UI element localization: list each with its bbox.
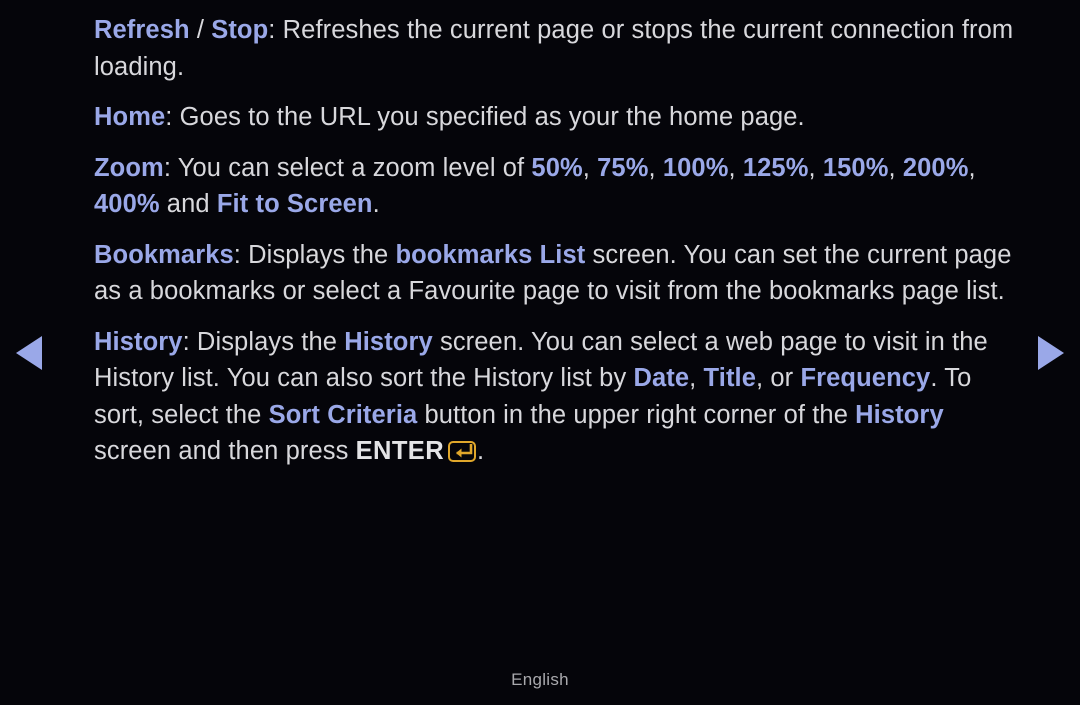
keyword: 150% — [822, 153, 889, 182]
keyword: Date — [633, 364, 690, 392]
keyword: History — [855, 400, 944, 429]
help-paragraph-zoom: Zoom: You can select a zoom level of 50%… — [94, 150, 1020, 223]
body-text: / — [189, 16, 212, 44]
next-page-arrow-icon[interactable] — [1038, 336, 1064, 370]
body-text: , — [689, 364, 704, 392]
keyword: Title — [703, 364, 757, 392]
body-text: , — [968, 153, 976, 182]
body-text: : Displays the — [182, 327, 345, 356]
body-text: : You can select a zoom level of — [163, 153, 532, 182]
keyword: History — [94, 327, 183, 356]
keyword: Frequency — [800, 364, 931, 392]
body-text: . — [372, 190, 380, 218]
body-text: screen and then press — [94, 437, 356, 465]
keyword: 200% — [902, 153, 969, 182]
body-text: and — [159, 190, 217, 218]
keyword: Zoom — [94, 153, 164, 182]
body-text: : Goes to the URL you specified as your … — [165, 103, 805, 131]
keyword: Home — [94, 103, 166, 131]
keyword: Bookmarks — [94, 240, 234, 269]
body-text: , — [582, 153, 598, 182]
language-label: English — [511, 670, 569, 689]
enter-key-icon — [448, 441, 477, 462]
help-content: Refresh / Stop: Refreshes the current pa… — [94, 12, 1020, 470]
body-text: , or — [756, 364, 801, 392]
previous-page-arrow-icon[interactable] — [16, 336, 42, 370]
body-text: , — [728, 153, 743, 182]
body-text: , — [888, 153, 903, 182]
keyword: 50% — [531, 153, 583, 182]
body-text: : Displays the — [233, 240, 396, 269]
keyword: Fit to Screen — [216, 190, 373, 218]
keyword: Stop — [211, 16, 269, 44]
keyword: 125% — [742, 153, 809, 182]
keyword: Refresh — [94, 16, 190, 44]
body-text: . — [477, 437, 485, 465]
help-paragraph-history: History: Displays the History screen. Yo… — [94, 324, 1020, 470]
help-screen: Refresh / Stop: Refreshes the current pa… — [0, 0, 1080, 705]
keyword: 100% — [662, 153, 729, 182]
keyword: 75% — [597, 153, 649, 182]
keyword: History — [344, 327, 433, 356]
keyword: bookmarks List — [395, 240, 586, 269]
keyword: 400% — [94, 190, 160, 218]
help-paragraph-bookmarks: Bookmarks: Displays the bookmarks List s… — [94, 237, 1020, 310]
body-text: , — [808, 153, 823, 182]
body-text: , — [648, 153, 663, 182]
keyword: Sort Criteria — [268, 400, 418, 429]
help-paragraph-refresh-stop: Refresh / Stop: Refreshes the current pa… — [94, 12, 1020, 85]
enter-label: ENTER — [355, 437, 445, 465]
body-text: button in the upper right corner of the — [417, 400, 856, 429]
help-paragraph-home: Home: Goes to the URL you specified as y… — [94, 99, 1020, 136]
